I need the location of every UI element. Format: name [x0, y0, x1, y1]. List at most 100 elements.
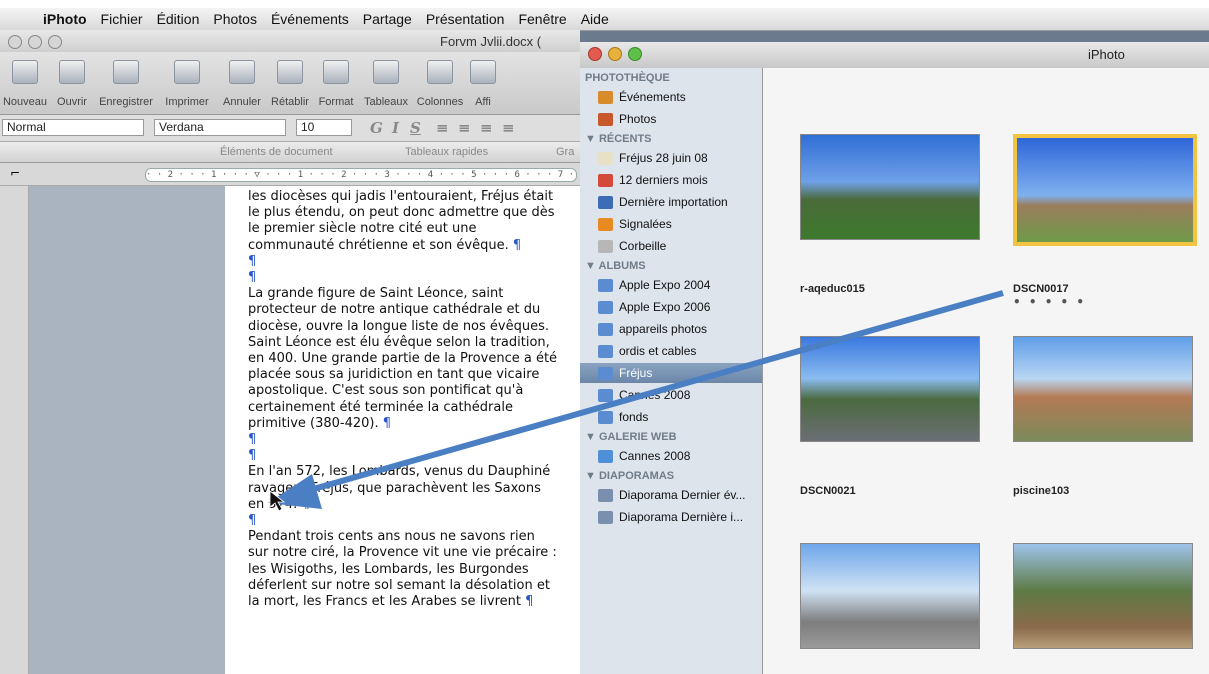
source-item[interactable]: 12 derniers mois [598, 170, 708, 190]
align-center-icon[interactable]: ≡ [458, 119, 471, 137]
document-text[interactable]: les diocèses qui jadis l'entouraient, Fr… [248, 189, 558, 610]
save-button[interactable]: Enregistrer [96, 56, 156, 112]
photo-title[interactable]: piscine103 [1013, 485, 1069, 497]
source-section-header[interactable]: ▼ GALERIE WEB [585, 431, 677, 443]
document-paragraph[interactable]: les diocèses qui jadis l'entouraient, Fr… [248, 189, 558, 254]
source-item-label: Cannes 2008 [619, 449, 691, 463]
redo-label: Rétablir [271, 96, 309, 108]
source-item[interactable]: Dernière importation [598, 192, 728, 212]
photo-title[interactable]: DSCN0017 [1013, 283, 1069, 295]
columns-button[interactable]: Colonnes [414, 56, 466, 112]
redo-icon [277, 60, 303, 84]
minimize-button[interactable] [28, 35, 42, 49]
source-section-header[interactable]: ▼ ALBUMS [585, 260, 646, 272]
events-icon [598, 90, 613, 104]
tables-button[interactable]: Tableaux [360, 56, 412, 112]
menu-photos[interactable]: Photos [206, 11, 264, 27]
photo-thumbnail[interactable] [1013, 134, 1197, 246]
photo-thumbnail[interactable] [800, 336, 980, 442]
font-size-select[interactable]: 10 [296, 119, 352, 136]
bold-button[interactable]: G [370, 119, 383, 137]
source-section-header[interactable]: PHOTOTHÈQUE [585, 72, 670, 84]
print-icon [174, 60, 200, 84]
tab-charts[interactable]: Gra [556, 146, 574, 158]
close-button[interactable] [8, 35, 22, 49]
menu-evenements[interactable]: Événements [264, 11, 356, 27]
menu-fichier[interactable]: Fichier [94, 11, 150, 27]
photo-thumbnail[interactable] [1013, 336, 1193, 442]
photo-title[interactable]: r-aqeduc015 [800, 283, 865, 295]
document-paragraph[interactable]: La grande figure de Saint Léonce, saint … [248, 286, 558, 432]
tab-stop-icon[interactable]: ⌐ [10, 166, 20, 180]
photo-browser: r-aqeduc015 DSCN0017 • • • • • DSCN0021 pisc… [763, 68, 1209, 674]
photo-thumbnail[interactable] [1013, 543, 1193, 649]
source-item[interactable]: Diaporama Dernier év... [598, 485, 746, 505]
source-item[interactable]: Cannes 2008 [598, 385, 690, 405]
open-icon [59, 60, 85, 84]
document-paragraph[interactable]: ¶ [248, 270, 558, 286]
document-page[interactable]: les diocèses qui jadis l'entouraient, Fr… [225, 186, 580, 674]
undo-button[interactable]: Annuler [218, 56, 266, 112]
zoom-button[interactable] [48, 35, 62, 49]
font-select[interactable]: Verdana [154, 119, 286, 136]
document-paragraph[interactable]: ¶ [248, 513, 558, 529]
source-item-label: Signalées [619, 217, 672, 231]
format-button[interactable]: Format [316, 56, 356, 112]
print-button[interactable]: Imprimer [160, 56, 214, 112]
photo-title[interactable]: DSCN0021 [800, 485, 856, 497]
document-paragraph[interactable]: ¶ [248, 448, 558, 464]
document-paragraph[interactable]: ¶ [248, 254, 558, 270]
new-button[interactable]: Nouveau [2, 56, 48, 112]
pilcrow-mark: ¶ [248, 270, 257, 286]
italic-button[interactable]: I [392, 119, 399, 137]
style-select[interactable]: Normal [2, 119, 144, 136]
align-right-icon[interactable]: ≡ [480, 119, 493, 137]
redo-button[interactable]: Rétablir [268, 56, 312, 112]
display-button[interactable]: Affi [468, 56, 498, 112]
iphoto-source-list: PHOTOTHÈQUE Événements Photos ▼ RÉCENTS Fréj… [580, 68, 763, 674]
source-item[interactable]: Fréjus 28 juin 08 [598, 148, 708, 168]
photo-thumbnail[interactable] [800, 134, 980, 240]
align-left-icon[interactable]: ≡ [436, 119, 449, 137]
close-button[interactable] [588, 47, 602, 61]
ruler-scale[interactable]: · · 2 · · · 1 · · · ▽ · · · 1 · · · 2 · … [145, 168, 577, 182]
source-item[interactable]: Signalées [598, 214, 672, 234]
source-item[interactable]: Cannes 2008 [598, 446, 690, 466]
tab-quick-tables[interactable]: Tableaux rapides [405, 146, 488, 158]
source-item[interactable]: appareils photos [598, 319, 707, 339]
source-section-header[interactable]: ▼ DIAPORAMAS [585, 470, 674, 482]
menu-fenetre[interactable]: Fenêtre [511, 11, 573, 27]
photo-rating[interactable]: • • • • • [1013, 295, 1086, 309]
source-item[interactable]: Corbeille [598, 236, 666, 256]
source-item-label: Cannes 2008 [619, 388, 691, 402]
photo-thumbnail[interactable] [800, 543, 980, 649]
document-paragraph[interactable]: Pendant trois cents ans nous ne savons r… [248, 529, 558, 610]
document-paragraph[interactable]: ¶ [248, 432, 558, 448]
zoom-button[interactable] [628, 47, 642, 61]
source-item[interactable]: Photos [598, 109, 656, 129]
menu-partage[interactable]: Partage [356, 11, 419, 27]
menu-aide[interactable]: Aide [574, 11, 616, 27]
source-item[interactable]: Événements [598, 87, 686, 107]
menu-app-name[interactable]: iPhoto [36, 11, 94, 27]
source-item[interactable]: Fréjus [580, 363, 762, 383]
underline-button[interactable]: S [410, 119, 421, 137]
album-icon [598, 300, 613, 314]
open-button[interactable]: Ouvrir [52, 56, 92, 112]
source-item[interactable]: Apple Expo 2004 [598, 275, 710, 295]
menu-edition[interactable]: Édition [150, 11, 207, 27]
source-item[interactable]: Apple Expo 2006 [598, 297, 710, 317]
source-item[interactable]: ordis et cables [598, 341, 696, 361]
word-window: Forvm Jvlii.docx ( Nouveau Ouvrir Enregi… [0, 30, 580, 674]
source-item[interactable]: Diaporama Dernière i... [598, 507, 743, 527]
source-section-header[interactable]: ▼ RÉCENTS [585, 133, 652, 145]
page-margin-area [29, 186, 225, 674]
save-icon [113, 60, 139, 84]
source-item[interactable]: fonds [598, 407, 648, 427]
tab-document-elements[interactable]: Éléments de document [220, 146, 333, 158]
minimize-button[interactable] [608, 47, 622, 61]
document-paragraph[interactable]: En l'an 572, les Lombards, venus du Daup… [248, 464, 558, 513]
justify-icon[interactable]: ≡ [502, 119, 515, 137]
menu-presentation[interactable]: Présentation [419, 11, 512, 27]
print-label: Imprimer [165, 96, 209, 108]
